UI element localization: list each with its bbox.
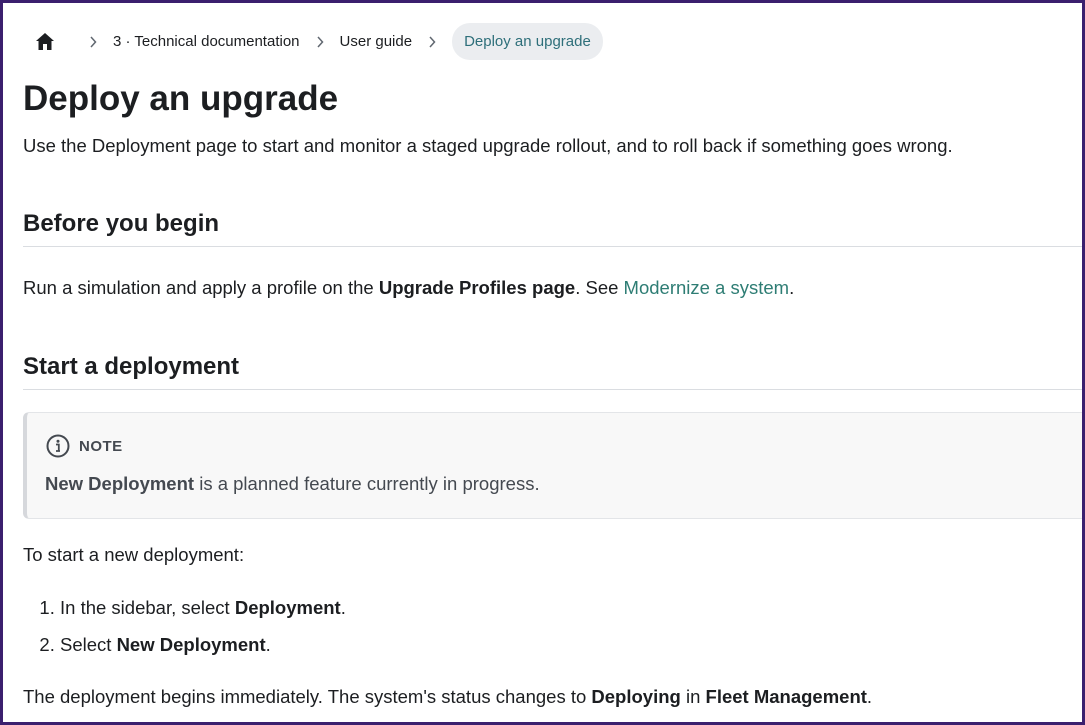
before-text: . See [575, 277, 624, 298]
modernize-link[interactable]: Modernize a system [624, 277, 790, 298]
step-term: New Deployment [116, 634, 266, 655]
steps-list: In the sidebar, select Deployment. Selec… [23, 596, 346, 670]
divider [23, 389, 1082, 390]
chevron-right-icon [426, 35, 438, 48]
note-header: NOTE [46, 434, 123, 458]
step-end: . [340, 597, 346, 618]
chevron-right-icon [87, 35, 99, 48]
list-item: Select New Deployment. [60, 633, 346, 657]
chevron-right-icon [314, 35, 326, 48]
before-text: . [789, 277, 795, 298]
page-intro: Use the Deployment page to start and mon… [23, 135, 953, 156]
step-text: In the sidebar, select [60, 597, 235, 618]
result-text: in [680, 686, 706, 707]
note-body-text: is a planned feature currently in progre… [194, 473, 540, 494]
step-text: Select [60, 634, 117, 655]
divider [23, 246, 1082, 247]
list-item: In the sidebar, select Deployment. [60, 596, 346, 620]
fleet-management-term: Fleet Management [705, 686, 867, 707]
result-text: The deployment begins immediately. The s… [23, 686, 592, 707]
result-text: . [866, 686, 873, 707]
upgrade-profiles-term: Upgrade Profiles page [378, 277, 576, 298]
step-term: Deployment [234, 597, 341, 618]
breadcrumb: 3 · Technical documentation User guide D… [35, 23, 603, 60]
before-paragraph: Run a simulation and apply a profile on … [23, 276, 794, 300]
note-text: New Deployment is a planned feature curr… [45, 473, 540, 495]
before-text: Run a simulation and apply a profile on … [23, 277, 379, 298]
note-admonition: NOTE New Deployment is a planned feature… [23, 412, 1082, 519]
result-paragraph: The deployment begins immediately. The s… [23, 685, 872, 709]
breadcrumb-current: Deploy an upgrade [452, 23, 603, 60]
steps-lead: To start a new deployment: [23, 544, 245, 565]
deploying-term: Deploying [591, 686, 681, 707]
breadcrumb-technical-documentation[interactable]: 3 · Technical documentation [113, 33, 300, 50]
note-label: NOTE [79, 437, 123, 455]
home-icon[interactable] [35, 32, 55, 52]
info-circle-icon [46, 434, 70, 458]
heading-start-deployment: Start a deployment [23, 353, 240, 380]
page-frame: 3 · Technical documentation User guide D… [0, 0, 1085, 725]
step-end: . [265, 634, 271, 655]
page-title: Deploy an upgrade [23, 79, 339, 118]
breadcrumb-user-guide[interactable]: User guide [340, 33, 413, 50]
new-deployment-term: New Deployment [45, 473, 195, 494]
heading-before-you-begin: Before you begin [23, 210, 220, 237]
